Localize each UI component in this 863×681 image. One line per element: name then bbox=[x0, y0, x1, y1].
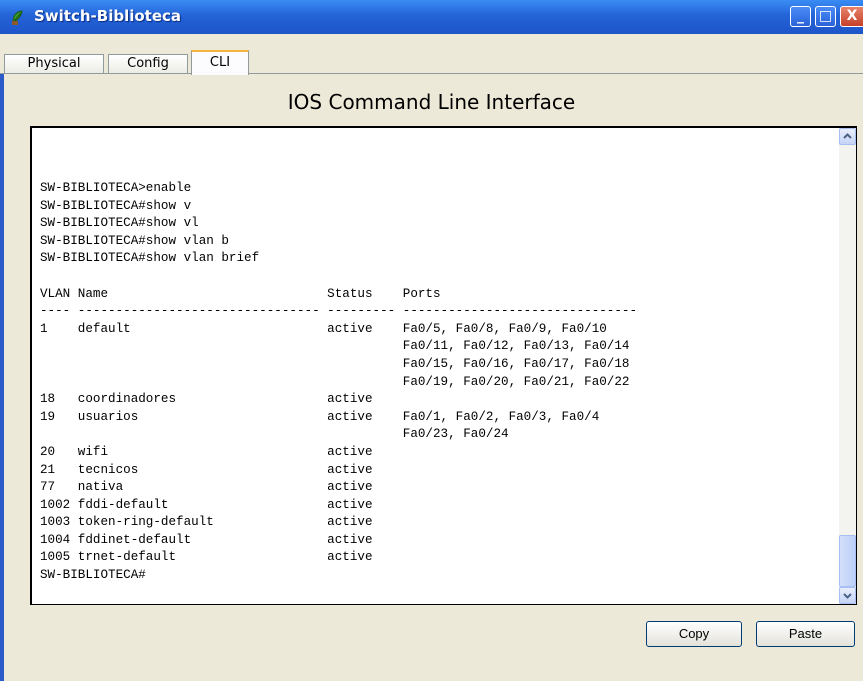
tab-config[interactable]: Config bbox=[108, 54, 188, 74]
title-bar[interactable]: Switch-Biblioteca _ □ X bbox=[0, 0, 863, 34]
window-left-border bbox=[0, 74, 4, 681]
tab-cli[interactable]: CLI bbox=[191, 50, 249, 75]
switch-plant-icon bbox=[12, 10, 23, 25]
scroll-up-button[interactable] bbox=[839, 128, 856, 145]
scroll-thumb[interactable] bbox=[839, 535, 856, 587]
chevron-down-icon bbox=[843, 593, 852, 599]
tab-physical[interactable]: Physical bbox=[4, 54, 104, 74]
terminal-scrollbar[interactable] bbox=[839, 128, 856, 604]
terminal-output[interactable]: SW-BIBLIOTECA>enable SW-BIBLIOTECA#show … bbox=[40, 180, 637, 585]
paste-button[interactable]: Paste bbox=[756, 621, 855, 647]
minimize-button[interactable]: _ bbox=[790, 6, 811, 27]
cli-heading: IOS Command Line Interface bbox=[287, 90, 576, 114]
maximize-button[interactable]: □ bbox=[815, 6, 836, 27]
scroll-down-button[interactable] bbox=[839, 587, 856, 604]
window-title: Switch-Biblioteca bbox=[34, 7, 182, 25]
chevron-up-icon bbox=[843, 133, 852, 139]
close-button[interactable]: X bbox=[840, 6, 863, 27]
terminal-area[interactable]: SW-BIBLIOTECA>enable SW-BIBLIOTECA#show … bbox=[30, 126, 857, 605]
copy-button[interactable]: Copy bbox=[646, 621, 742, 647]
